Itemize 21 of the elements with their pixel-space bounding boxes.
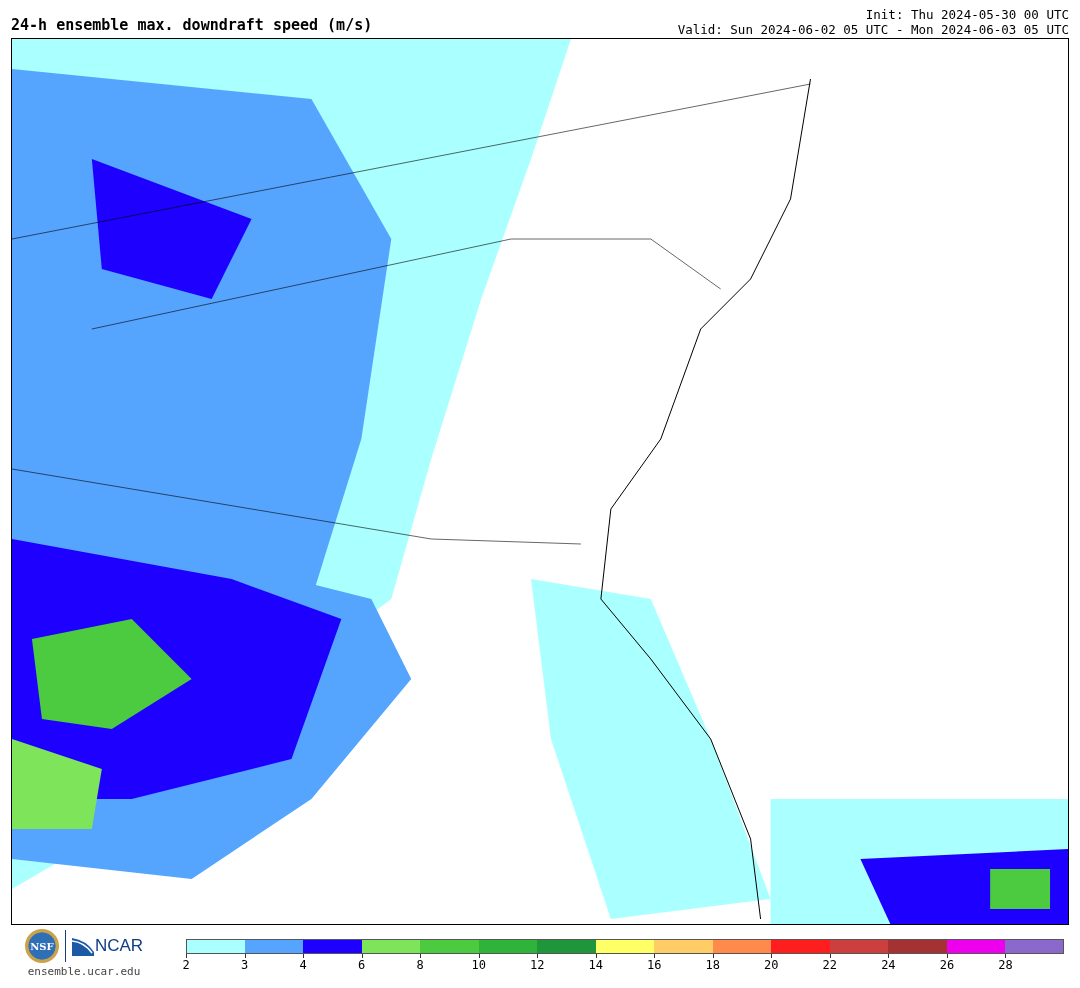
legend-tick-label: 3 xyxy=(240,958,249,972)
legend-tick-label: 28 xyxy=(998,958,1013,972)
ncar-logo: NCAR xyxy=(71,936,144,956)
init-time: Init: Thu 2024-05-30 00 UTC xyxy=(865,7,1069,22)
legend-tick-label: 22 xyxy=(822,958,838,972)
legend-tick-label: 24 xyxy=(881,958,896,972)
nsf-logo: NSF xyxy=(24,929,59,963)
legend-tick-label: 26 xyxy=(939,958,955,972)
map-title: 24-h ensemble max. downdraft speed (m/s) xyxy=(11,16,373,34)
legend-tick-label: 2 xyxy=(182,958,190,972)
legend-tick-label: 14 xyxy=(588,958,603,972)
legend-tick-label: 12 xyxy=(529,958,545,972)
legend-tick-label: 18 xyxy=(705,958,720,972)
legend-tick-label: 16 xyxy=(647,958,662,972)
legend-tick-label: 4 xyxy=(299,958,307,972)
legend-tick-label: 10 xyxy=(471,958,486,972)
legend-tick-label: 8 xyxy=(416,958,424,972)
legend-tick-label: 20 xyxy=(764,958,779,972)
site-url: ensemble.ucar.edu xyxy=(27,965,141,978)
valid-period: Valid: Sun 2024-06-02 05 UTC - Mon 2024-06-03 05 UTC xyxy=(677,22,1069,37)
legend-tick-label: 6 xyxy=(358,958,366,972)
